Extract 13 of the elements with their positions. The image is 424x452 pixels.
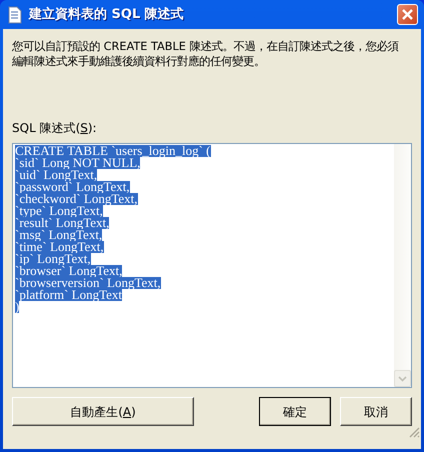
sql-field[interactable]: CREATE TABLE `users_login_log` ( `sid` Long NOT NULL, `uid` LongText, `password` LongText, `checkword` LongText, `type` LongText, `result` LongText, `msg` LongText, `time` LongText, `ip` LongText, `browser` LongText, `browserversion` LongText, `platform` LongText ): [12, 143, 412, 388]
ok-button[interactable]: 確定: [259, 397, 331, 426]
window-title: 建立資料表的 SQL 陳述式: [29, 6, 185, 24]
caret-down-icon: [398, 376, 407, 382]
resize-grip-icon[interactable]: [408, 426, 420, 438]
scroll-down-button[interactable]: [394, 370, 411, 387]
description-text: 您可以自訂預設的 CREATE TABLE 陳述式。不過，在自訂陳述式之後，您必須編輯陳述式來手動維護後續資料行對應的任何變更。: [12, 39, 400, 69]
sql-label: SQL 陳述式(S):: [12, 121, 97, 135]
auto-generate-button[interactable]: 自動產生(A): [12, 397, 194, 426]
document-icon: [7, 6, 23, 24]
close-button[interactable]: [397, 4, 418, 25]
close-icon: [401, 8, 414, 21]
cancel-button[interactable]: 取消: [340, 397, 412, 426]
